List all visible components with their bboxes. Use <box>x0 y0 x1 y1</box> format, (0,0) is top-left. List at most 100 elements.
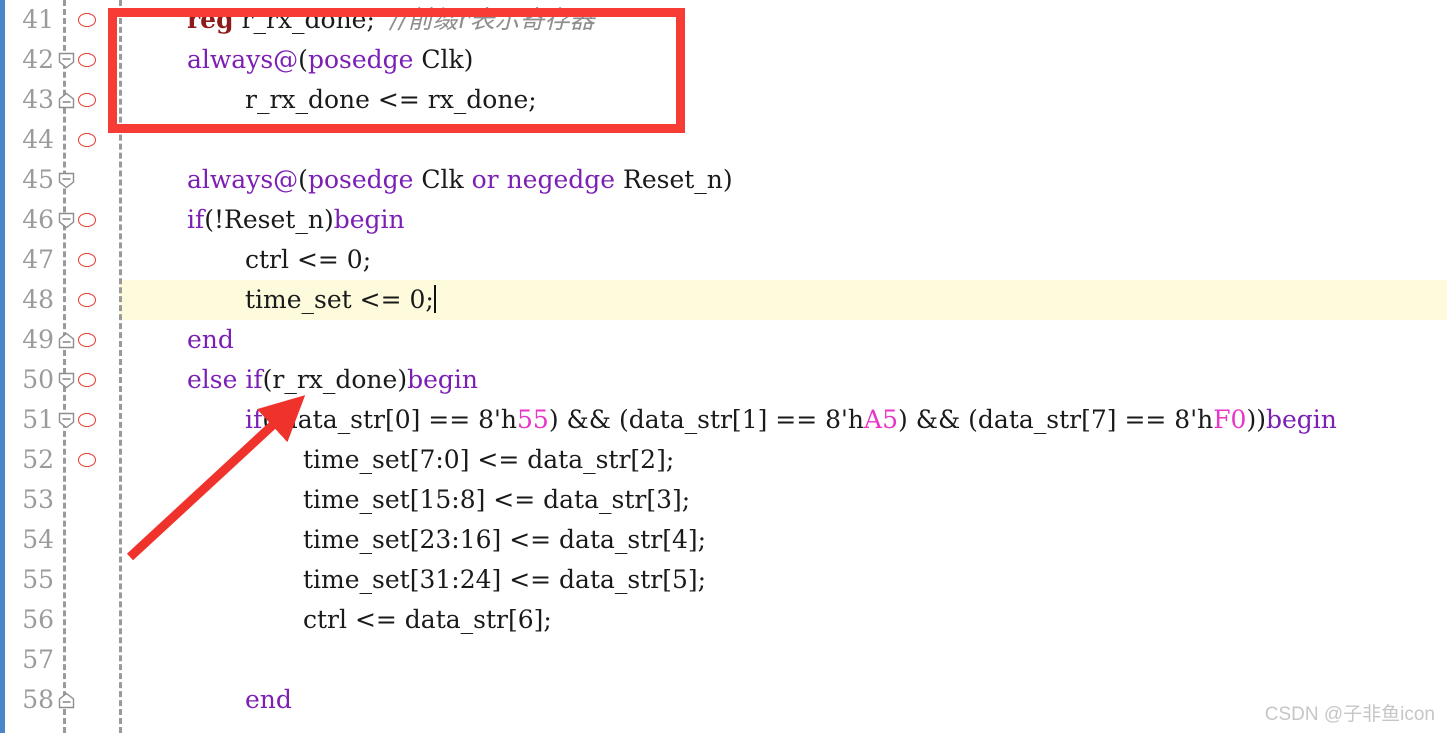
breakpoint-icon[interactable] <box>78 133 96 147</box>
line-number: 51 <box>22 405 54 434</box>
code-line[interactable]: 49 end <box>0 320 1447 360</box>
breakpoint-icon[interactable] <box>78 333 96 347</box>
breakpoint-icon[interactable] <box>78 373 96 387</box>
fold-open-icon[interactable] <box>58 372 75 389</box>
line-number: 55 <box>22 565 54 594</box>
line-number: 58 <box>22 685 54 714</box>
code-token-kw: if <box>245 405 263 434</box>
text-cursor <box>433 285 436 313</box>
code-line[interactable]: 46 if(!Reset_n)begin <box>0 200 1447 240</box>
code-token-kw: else <box>187 365 238 394</box>
code-token-kw: end <box>245 685 292 714</box>
line-number: 43 <box>22 85 54 114</box>
code-token-plain: ( <box>298 45 308 74</box>
code-text[interactable]: time_set[15:8] <= data_str[3]; <box>303 480 690 520</box>
code-line[interactable]: 50 else if(r_rx_done)begin <box>0 360 1447 400</box>
line-number: 41 <box>22 5 54 34</box>
line-number: 47 <box>22 245 54 274</box>
code-token-plain: time_set[23:16] <= data_str[4]; <box>303 525 707 554</box>
code-line[interactable]: 42 always@(posedge Clk) <box>0 40 1447 80</box>
code-token-plain: ) && (data_str[1] == 8'h <box>548 405 865 434</box>
code-lines-container: 41 reg r_rx_done; //前缀r表示寄存器 42 always@(pos… <box>0 0 1447 720</box>
code-token-num: F0 <box>1213 405 1247 434</box>
line-number: 56 <box>22 605 54 634</box>
fold-close-icon[interactable] <box>58 92 75 109</box>
code-text[interactable]: time_set[23:16] <= data_str[4]; <box>303 520 706 560</box>
editor-left-accent-bar <box>0 0 5 733</box>
code-line[interactable]: 58 end <box>0 680 1447 720</box>
breakpoint-icon[interactable] <box>78 293 96 307</box>
code-line[interactable]: 52 time_set[7:0] <= data_str[2]; <box>0 440 1447 480</box>
code-line[interactable]: 55 time_set[31:24] <= data_str[5]; <box>0 560 1447 600</box>
code-text[interactable]: time_set[31:24] <= data_str[5]; <box>303 560 706 600</box>
code-token-plain: time_set <= 0; <box>245 285 434 314</box>
breakpoint-icon[interactable] <box>78 213 96 227</box>
code-text[interactable]: always@(posedge Clk or negedge Reset_n) <box>187 160 733 200</box>
code-token-kw: posedge <box>307 45 414 74</box>
line-number: 57 <box>22 645 54 674</box>
code-token-plain: Clk) <box>413 45 474 74</box>
code-token-kw: end <box>187 325 234 354</box>
code-token-kw: negedge <box>506 165 616 194</box>
line-number: 53 <box>22 485 54 514</box>
code-line[interactable]: 53 time_set[15:8] <= data_str[3]; <box>0 480 1447 520</box>
code-token-plain: Reset_n) <box>615 165 733 194</box>
code-text[interactable]: reg r_rx_done; //前缀r表示寄存器 <box>187 0 595 40</box>
code-token-kw: if <box>187 205 205 234</box>
code-text[interactable]: if((data_str[0] == 8'h55) && (data_str[1… <box>245 400 1337 440</box>
code-token-kw: always@ <box>187 165 299 194</box>
code-token-plain: time_set[7:0] <= data_str[2]; <box>303 445 675 474</box>
breakpoint-icon[interactable] <box>78 413 96 427</box>
code-token-cmt: //前缀r表示寄存器 <box>390 5 595 34</box>
breakpoint-icon[interactable] <box>78 453 96 467</box>
code-line[interactable]: 56 ctrl <= data_str[6]; <box>0 600 1447 640</box>
code-token-kw: always@ <box>187 45 299 74</box>
code-text[interactable]: ctrl <= 0; <box>245 240 371 280</box>
code-line[interactable]: 47 ctrl <= 0; <box>0 240 1447 280</box>
indent-guide-code <box>119 0 122 733</box>
code-text[interactable]: time_set[7:0] <= data_str[2]; <box>303 440 674 480</box>
fold-open-icon[interactable] <box>58 412 75 429</box>
fold-open-icon[interactable] <box>58 172 75 189</box>
code-line[interactable]: 48 time_set <= 0; <box>0 280 1447 320</box>
code-text[interactable]: else if(r_rx_done)begin <box>187 360 478 400</box>
code-token-reg-kw: reg <box>187 5 234 34</box>
line-number: 42 <box>22 45 54 74</box>
code-token-num: A5 <box>864 405 898 434</box>
code-line[interactable]: 54 time_set[23:16] <= data_str[4]; <box>0 520 1447 560</box>
line-number: 44 <box>22 125 54 154</box>
line-number: 48 <box>22 285 54 314</box>
code-line[interactable]: 43 r_rx_done <= rx_done; <box>0 80 1447 120</box>
code-line[interactable]: 45 always@(posedge Clk or negedge Reset_n… <box>0 160 1447 200</box>
code-line[interactable]: 41 reg r_rx_done; //前缀r表示寄存器 <box>0 0 1447 40</box>
breakpoint-icon[interactable] <box>78 253 96 267</box>
line-number: 49 <box>22 325 54 354</box>
fold-open-icon[interactable] <box>58 52 75 69</box>
breakpoint-icon[interactable] <box>78 13 96 27</box>
code-token-plain: ((data_str[0] == 8'h <box>262 405 518 434</box>
code-token-plain: time_set[15:8] <= data_str[3]; <box>303 485 691 514</box>
code-text[interactable]: end <box>245 680 292 720</box>
code-token-kw: begin <box>333 205 405 234</box>
code-line[interactable]: 57 <box>0 640 1447 680</box>
code-token-plain: time_set[31:24] <= data_str[5]; <box>303 565 707 594</box>
code-token-kw: begin <box>407 365 478 394</box>
code-token-plain: ( <box>298 165 308 194</box>
code-text[interactable]: ctrl <= data_str[6]; <box>303 600 552 640</box>
code-line[interactable]: 44 <box>0 120 1447 160</box>
code-text[interactable]: always@(posedge Clk) <box>187 40 473 80</box>
fold-close-icon[interactable] <box>58 692 75 709</box>
code-text[interactable]: end <box>187 320 234 360</box>
fold-close-icon[interactable] <box>58 332 75 349</box>
code-line[interactable]: 51 if((data_str[0] == 8'h55) && (data_str… <box>0 400 1447 440</box>
code-text[interactable]: time_set <= 0; <box>245 280 436 320</box>
fold-open-icon[interactable] <box>58 212 75 229</box>
code-editor[interactable]: 41 reg r_rx_done; //前缀r表示寄存器 42 always@(pos… <box>0 0 1447 733</box>
breakpoint-icon[interactable] <box>78 93 96 107</box>
breakpoint-icon[interactable] <box>78 53 96 67</box>
code-text[interactable]: if(!Reset_n)begin <box>187 200 405 240</box>
code-token-plain: (!Reset_n) <box>204 205 334 234</box>
code-text[interactable]: r_rx_done <= rx_done; <box>245 80 537 120</box>
code-token-plain: ctrl <= 0; <box>245 245 372 274</box>
